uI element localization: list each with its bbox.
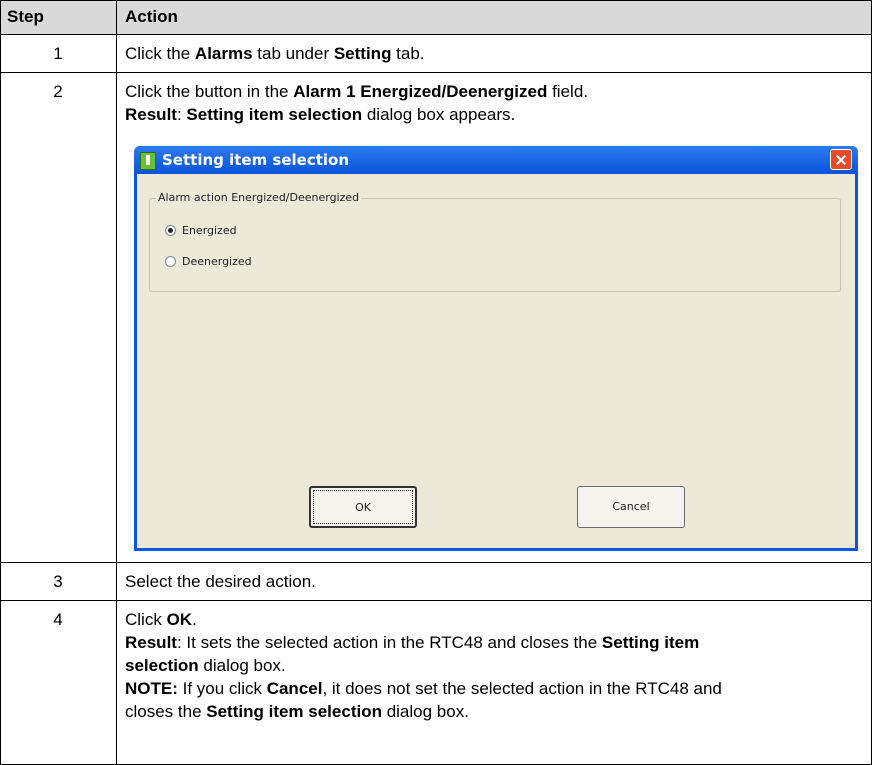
step-3-action: Select the desired action. — [125, 572, 316, 591]
step-4-action-line: Click OK. — [125, 610, 197, 629]
step-4-result-line: selection dialog box. — [125, 656, 286, 675]
header-step: Step — [7, 7, 44, 26]
setting-item-selection-dialog: Setting item selection Alarm action Ener… — [134, 146, 858, 551]
step-2-result-line: Result: Setting item selection dialog bo… — [125, 105, 516, 124]
app-icon — [140, 152, 156, 170]
step-number: 1 — [53, 44, 63, 63]
step-2-action-line: Click the button in the Alarm 1 Energize… — [125, 82, 588, 101]
cancel-button[interactable]: Cancel — [577, 486, 685, 528]
table-divider — [0, 72, 872, 73]
table-divider — [0, 600, 872, 601]
table-border — [0, 0, 872, 1]
close-icon[interactable] — [830, 149, 852, 170]
radio-label: Deenergized — [182, 255, 252, 268]
ok-button[interactable]: OK — [309, 486, 417, 528]
dialog-body: Alarm action Energized/Deenergized Energ… — [137, 174, 855, 548]
radio-unselected-icon[interactable] — [165, 256, 176, 267]
table-border — [0, 0, 1, 765]
group-label: Alarm action Energized/Deenergized — [156, 191, 362, 204]
radio-selected-icon[interactable] — [165, 225, 176, 236]
step-number: 4 — [53, 610, 63, 629]
step-4-note-line: NOTE: If you click Cancel, it does not s… — [125, 679, 722, 698]
table-divider — [0, 34, 872, 35]
dialog-title: Setting item selection — [162, 151, 350, 169]
dialog-titlebar: Setting item selection — [134, 146, 858, 174]
step-4-result-line: Result: It sets the selected action in t… — [125, 633, 700, 652]
step-number: 2 — [53, 82, 63, 101]
header-action: Action — [125, 7, 178, 26]
table-divider — [0, 562, 872, 563]
radio-label: Energized — [182, 224, 237, 237]
step-4-note-line: closes the Setting item selection dialog… — [125, 702, 469, 721]
step-number: 3 — [53, 572, 63, 591]
table-column-divider — [116, 0, 117, 765]
step-1-action: Click the Alarms tab under Setting tab. — [125, 44, 425, 63]
alarm-action-group: Alarm action Energized/Deenergized Energ… — [149, 191, 841, 292]
